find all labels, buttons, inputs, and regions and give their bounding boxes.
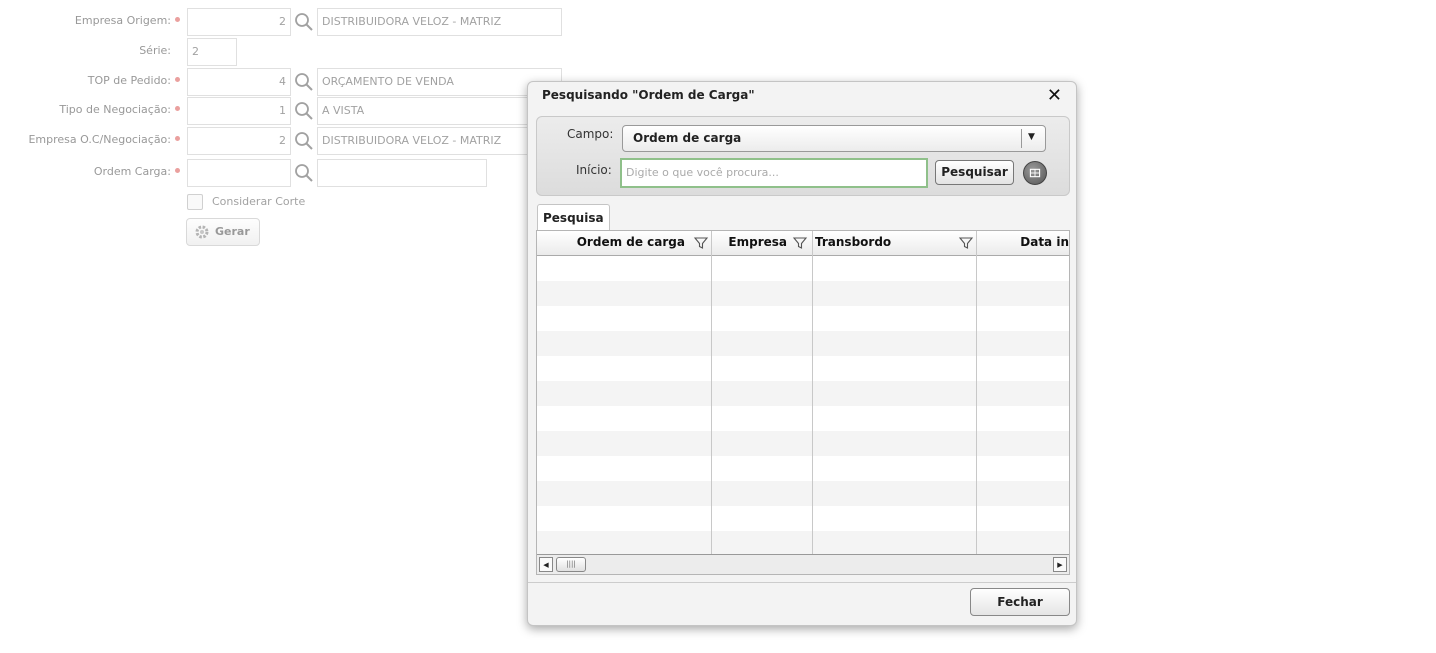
background-form: Empresa Origem: 2 DISTRIBUIDORA VELOZ - … (0, 0, 600, 260)
required-marker (175, 106, 180, 111)
label-ordem-carga: Ordem Carga: (93, 165, 171, 178)
table-row (537, 356, 1069, 381)
horizontal-scrollbar[interactable]: ◀ |||| ▶ (537, 554, 1069, 574)
table-row (537, 456, 1069, 481)
inicio-search-input[interactable]: Digite o que você procura... (620, 158, 928, 188)
column-header-empresa[interactable]: Empresa (713, 231, 787, 256)
chevron-down-icon[interactable]: ▼ (1021, 129, 1041, 148)
serie-input[interactable]: 2 (187, 38, 237, 66)
considerar-corte-label: Considerar Corte (212, 195, 306, 208)
column-header-ordem-carga[interactable]: Ordem de carga (541, 231, 685, 256)
table-row (537, 406, 1069, 431)
fechar-button[interactable]: Fechar (970, 588, 1070, 616)
filter-icon[interactable] (958, 235, 974, 251)
scrollbar-thumb[interactable]: |||| (556, 557, 586, 572)
filter-icon[interactable] (693, 235, 709, 251)
search-icon[interactable] (294, 72, 314, 92)
empresa-oc-code-input[interactable]: 2 (187, 127, 291, 155)
column-header-transbordo[interactable]: Transbordo (815, 231, 935, 256)
required-marker (175, 136, 180, 141)
table-row (537, 506, 1069, 531)
row-top-pedido: TOP de Pedido: 4 ORÇAMENTO DE VENDA (0, 68, 580, 96)
label-serie: Série: (139, 44, 171, 57)
column-divider[interactable] (812, 231, 813, 554)
table-row (537, 531, 1069, 556)
campo-select-value: Ordem de carga (633, 131, 742, 145)
row-empresa-origem: Empresa Origem: 2 DISTRIBUIDORA VELOZ - … (0, 8, 580, 36)
table-row (537, 256, 1069, 281)
label-empresa-origem: Empresa Origem: (74, 14, 171, 27)
table-row (537, 306, 1069, 331)
table-row (537, 281, 1069, 306)
scroll-left-icon[interactable]: ◀ (539, 557, 553, 572)
gerar-button-label: Gerar (215, 225, 250, 238)
tipo-negociacao-desc: A VISTA (317, 97, 562, 125)
tipo-negociacao-code-input[interactable]: 1 (187, 97, 291, 125)
inicio-label: Início: (576, 163, 612, 177)
top-pedido-desc: ORÇAMENTO DE VENDA (317, 68, 562, 96)
grid-icon (1029, 168, 1041, 178)
pesquisar-button[interactable]: Pesquisar (935, 160, 1014, 185)
row-ordem-carga: Ordem Carga: (0, 159, 580, 187)
label-tipo-negociacao: Tipo de Negociação: (59, 103, 171, 116)
required-marker (175, 77, 180, 82)
row-empresa-oc: Empresa O.C/Negociação: 2 DISTRIBUIDORA … (0, 127, 580, 155)
label-top-pedido: TOP de Pedido: (87, 74, 171, 87)
empresa-oc-desc: DISTRIBUIDORA VELOZ - MATRIZ (317, 127, 562, 155)
gerar-button[interactable]: Gerar (186, 218, 260, 246)
advanced-search-icon[interactable] (1023, 161, 1047, 185)
footer-divider (528, 582, 1076, 583)
column-divider[interactable] (711, 231, 712, 554)
close-icon[interactable]: ✕ (1047, 85, 1062, 106)
search-icon[interactable] (294, 163, 314, 183)
label-empresa-oc: Empresa O.C/Negociação: (28, 133, 171, 146)
checkbox-box[interactable] (187, 194, 203, 210)
ordem-carga-desc (317, 159, 487, 187)
table-row (537, 481, 1069, 506)
search-icon[interactable] (294, 101, 314, 121)
search-icon[interactable] (294, 131, 314, 151)
campo-label: Campo: (567, 127, 614, 141)
gear-icon (195, 225, 209, 239)
ordem-carga-code-input[interactable] (187, 159, 291, 187)
table-row (537, 381, 1069, 406)
scroll-right-icon[interactable]: ▶ (1053, 557, 1067, 572)
row-serie: Série: 2 (0, 38, 580, 66)
empresa-origem-code-input[interactable]: 2 (187, 8, 291, 36)
grid-header: Ordem de carga Empresa Transbordo Data i… (537, 231, 1069, 256)
campo-select[interactable]: Ordem de carga ▼ (622, 125, 1046, 152)
row-tipo-negociacao: Tipo de Negociação: 1 A VISTA (0, 97, 580, 125)
search-panel: Campo: Ordem de carga ▼ Início: Digite o… (536, 116, 1070, 196)
table-row (537, 331, 1069, 356)
table-row (537, 431, 1069, 456)
column-header-data-inicio[interactable]: Data in (979, 231, 1069, 256)
search-dialog: Pesquisando "Ordem de Carga" ✕ Campo: Or… (527, 81, 1077, 626)
dialog-title: Pesquisando "Ordem de Carga" (542, 88, 755, 102)
required-marker (175, 168, 180, 173)
filter-icon[interactable] (792, 235, 808, 251)
tab-pesquisa[interactable]: Pesquisa (537, 204, 610, 231)
grid-body (537, 256, 1069, 556)
column-divider[interactable] (976, 231, 977, 554)
empresa-origem-desc: DISTRIBUIDORA VELOZ - MATRIZ (317, 8, 562, 36)
required-marker (175, 17, 180, 22)
top-pedido-code-input[interactable]: 4 (187, 68, 291, 96)
search-icon[interactable] (294, 12, 314, 32)
results-grid: Ordem de carga Empresa Transbordo Data i… (536, 230, 1070, 575)
